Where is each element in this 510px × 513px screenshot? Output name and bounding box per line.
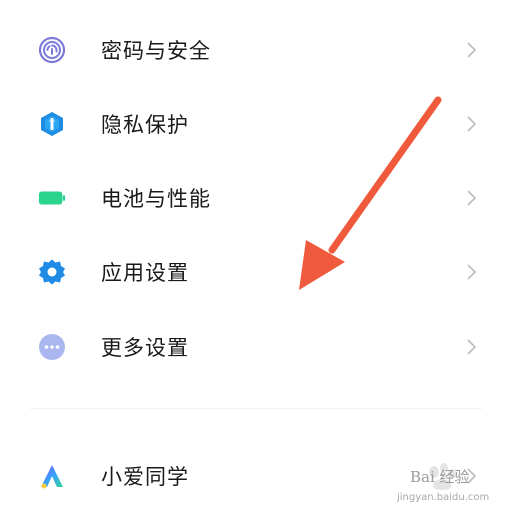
settings-item-label: 电池与性能 <box>101 187 211 211</box>
settings-item-label: 隐私保护 <box>101 113 189 137</box>
chevron-right-icon <box>467 116 477 132</box>
chevron-right-icon <box>467 339 477 355</box>
xiaoai-assistant-icon <box>38 462 66 490</box>
chevron-right-icon <box>467 190 477 206</box>
gear-icon <box>38 258 66 286</box>
settings-item-label: 小爱同学 <box>101 465 189 489</box>
settings-item-battery-performance[interactable]: 电池与性能 <box>0 168 510 228</box>
more-dots-icon <box>38 333 66 361</box>
chevron-right-icon <box>467 42 477 58</box>
watermark-brand: Bai 经验 <box>410 468 470 486</box>
settings-item-label: 密码与安全 <box>101 39 211 63</box>
settings-item-privacy[interactable]: 隐私保护 <box>0 94 510 154</box>
battery-icon <box>38 184 66 212</box>
settings-item-app-settings[interactable]: 应用设置 <box>0 242 510 302</box>
settings-item-label: 应用设置 <box>101 261 189 285</box>
settings-item-label: 更多设置 <box>101 336 189 360</box>
section-divider <box>30 408 482 409</box>
settings-item-password-security[interactable]: 密码与安全 <box>0 20 510 80</box>
watermark-url: jingyan.baidu.com <box>397 492 490 503</box>
privacy-shield-icon <box>38 110 66 138</box>
settings-item-more-settings[interactable]: 更多设置 <box>0 317 510 377</box>
chevron-right-icon <box>467 264 477 280</box>
fingerprint-icon <box>38 36 66 64</box>
